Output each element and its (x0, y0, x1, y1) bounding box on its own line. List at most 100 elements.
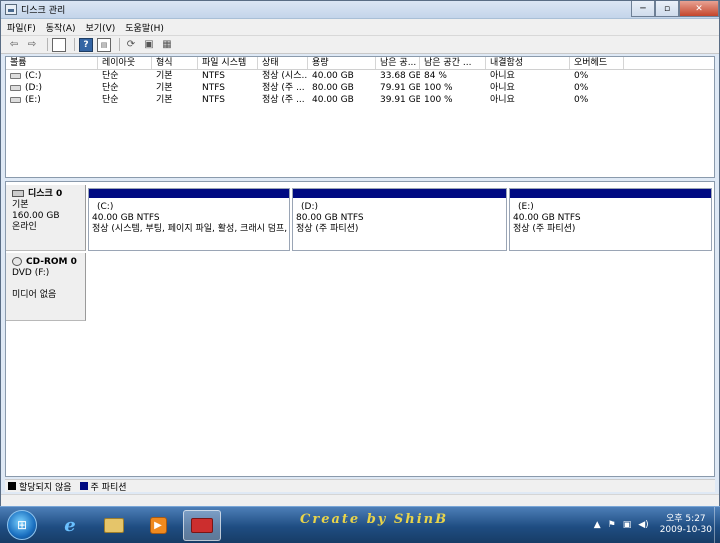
cdrom-0-label[interactable]: CD-ROM 0 DVD (F:) 미디어 없음 (6, 253, 86, 321)
fault-tolerance-cell: 아니요 (490, 71, 515, 81)
partition-d[interactable]: (D:) 80.00 GB NTFS 정상 (주 파티션) (292, 188, 507, 251)
cdrom-icon (12, 257, 22, 266)
partition-e[interactable]: (E:) 40.00 GB NTFS 정상 (주 파티션) (509, 188, 712, 251)
capacity-cell: 80.00 GB (312, 83, 354, 93)
network-icon[interactable]: ▣ (623, 520, 632, 530)
arrow-left-icon[interactable]: ⇦ (7, 38, 21, 52)
status-cell: 정상 (주 ... (262, 95, 305, 105)
free-space-cell: 79.91 GB (380, 83, 420, 93)
menu-view[interactable]: 보기(V) (86, 21, 116, 34)
status-bar (1, 494, 719, 506)
partition-name: (E:) (518, 202, 534, 212)
refresh-icon[interactable]: ⟳ (124, 38, 138, 52)
taskbar-computer-management[interactable] (183, 509, 221, 541)
show-hide-tree-icon[interactable] (52, 37, 66, 52)
partition-c[interactable]: (C:) 40.00 GB NTFS 정상 (시스템, 부팅, 페이지 파일, … (88, 188, 290, 251)
disk-size: 160.00 GB (12, 211, 60, 221)
column-header-volume[interactable]: 볼륨 (6, 57, 98, 69)
minimize-button[interactable]: ─ (631, 1, 655, 17)
fault-tolerance-cell: 아니요 (490, 83, 515, 93)
clock[interactable]: 오후 5:27 2009-10-30 (660, 514, 712, 536)
cdrom-empty-area (86, 253, 714, 321)
media-player-icon: ▶ (149, 516, 167, 534)
properties-icon[interactable]: ▣ (142, 38, 156, 52)
volume-name: (E:) (25, 95, 41, 105)
computer-management-icon (191, 517, 213, 533)
disk-management-window: 디스크 관리 ─ ▫ ✕ 파일(F) 동작(A) 보기(V) 도움말(H) ⇦ … (0, 0, 720, 506)
toolbar-separator (119, 38, 120, 51)
column-header-percent-free[interactable]: 남은 공간 ... (420, 57, 486, 69)
arrow-right-icon[interactable]: ⇨ (25, 38, 39, 52)
taskbar-ie[interactable]: e (51, 510, 89, 541)
volume-row[interactable]: (E:) 단순 기본 NTFS 정상 (주 ... 40.00 GB 39.91… (6, 94, 714, 106)
volume-list: 볼륨 레이아웃 형식 파일 시스템 상태 용량 남은 공... 남은 공간 ..… (5, 56, 715, 178)
status-cell: 정상 (시스... (262, 71, 308, 81)
toolbar: ⇦ ⇨ ? ▤ ⟳ ▣ ▦ (1, 36, 719, 54)
capacity-cell: 40.00 GB (312, 71, 354, 81)
legend: 할당되지 않음 주 파티션 (5, 479, 715, 493)
menu-help[interactable]: 도움말(H) (125, 21, 164, 34)
show-pane-icon[interactable]: ▤ (97, 37, 111, 52)
disk-state: 온라인 (12, 222, 37, 232)
column-header-free-space[interactable]: 남은 공... (376, 57, 420, 69)
disk-management-app-icon (5, 4, 17, 15)
percent-free-cell: 84 % (424, 71, 447, 81)
taskbar-media-player[interactable]: ▶ (139, 510, 177, 541)
rescan-disks-icon[interactable]: ▦ (160, 38, 174, 52)
action-center-flag-icon[interactable]: ⚑ (608, 520, 616, 530)
disk-graphical-view: 디스크 0 기본 160.00 GB 온라인 (C:) 40.00 GB NTF… (5, 181, 715, 477)
layout-cell: 단순 (102, 83, 119, 93)
partition-size: 40.00 GB NTFS (92, 213, 160, 223)
help-icon[interactable]: ? (79, 37, 93, 52)
filesystem-cell: NTFS (202, 95, 225, 105)
partition-status: 정상 (주 파티션) (513, 224, 576, 234)
watermark-text: Create by ShinB (300, 512, 449, 527)
column-header-capacity[interactable]: 용량 (308, 57, 376, 69)
type-cell: 기본 (156, 71, 173, 81)
close-button[interactable]: ✕ (679, 1, 719, 17)
legend-swatch-unallocated (8, 482, 16, 490)
percent-free-cell: 100 % (424, 95, 453, 105)
menu-bar: 파일(F) 동작(A) 보기(V) 도움말(H) (1, 19, 719, 36)
filesystem-cell: NTFS (202, 71, 225, 81)
volume-cell: (E:) (6, 94, 98, 106)
partition-name: (C:) (97, 202, 114, 212)
legend-label-primary: 주 파티션 (90, 482, 127, 493)
layout-cell: 단순 (102, 71, 119, 81)
partition-size: 40.00 GB NTFS (513, 213, 581, 223)
clock-date: 2009-10-30 (659, 524, 712, 535)
column-header-overhead[interactable]: 오버헤드 (570, 57, 624, 69)
column-header-fault-tolerance[interactable]: 내결함성 (486, 57, 570, 69)
disk-0-partitions: (C:) 40.00 GB NTFS 정상 (시스템, 부팅, 페이지 파일, … (86, 185, 714, 251)
volume-icon[interactable]: ◀) (638, 520, 648, 530)
toolbar-separator (74, 38, 75, 51)
menu-action[interactable]: 동작(A) (46, 21, 76, 34)
maximize-button[interactable]: ▫ (655, 1, 679, 17)
column-header-status[interactable]: 상태 (258, 57, 308, 69)
volume-cell: (C:) (6, 70, 98, 82)
column-header-layout[interactable]: 레이아웃 (98, 57, 152, 69)
menu-file[interactable]: 파일(F) (7, 21, 36, 34)
partition-name: (D:) (301, 202, 318, 212)
start-button[interactable]: ⊞ (7, 510, 37, 540)
window-title: 디스크 관리 (21, 6, 66, 16)
system-tray: ▲ ⚑ ▣ ◀) 오후 5:27 2009-10-30 (594, 506, 712, 543)
title-bar[interactable]: 디스크 관리 ─ ▫ ✕ (1, 1, 719, 19)
primary-partition-bar (293, 189, 506, 198)
percent-free-cell: 100 % (424, 83, 453, 93)
volume-row[interactable]: (C:) 단순 기본 NTFS 정상 (시스... 40.00 GB 33.68… (6, 70, 714, 82)
capacity-cell: 40.00 GB (312, 95, 354, 105)
free-space-cell: 39.91 GB (380, 95, 420, 105)
cdrom-name: CD-ROM 0 (26, 257, 77, 267)
column-header-filesystem[interactable]: 파일 시스템 (198, 57, 258, 69)
taskbar-explorer[interactable] (95, 510, 133, 541)
show-desktop-button[interactable] (714, 507, 720, 543)
column-header-type[interactable]: 형식 (152, 57, 198, 69)
show-hidden-icons-icon[interactable]: ▲ (594, 520, 601, 530)
disk-0-label[interactable]: 디스크 0 기본 160.00 GB 온라인 (6, 185, 86, 251)
volume-row[interactable]: (D:) 단순 기본 NTFS 정상 (주 ... 80.00 GB 79.91… (6, 82, 714, 94)
disk-0-row: 디스크 0 기본 160.00 GB 온라인 (C:) 40.00 GB NTF… (6, 185, 714, 251)
status-cell: 정상 (주 ... (262, 83, 305, 93)
partition-status: 정상 (시스템, 부팅, 페이지 파일, 활성, 크래시 덤프, (92, 224, 288, 234)
cdrom-type: DVD (F:) (12, 268, 50, 278)
